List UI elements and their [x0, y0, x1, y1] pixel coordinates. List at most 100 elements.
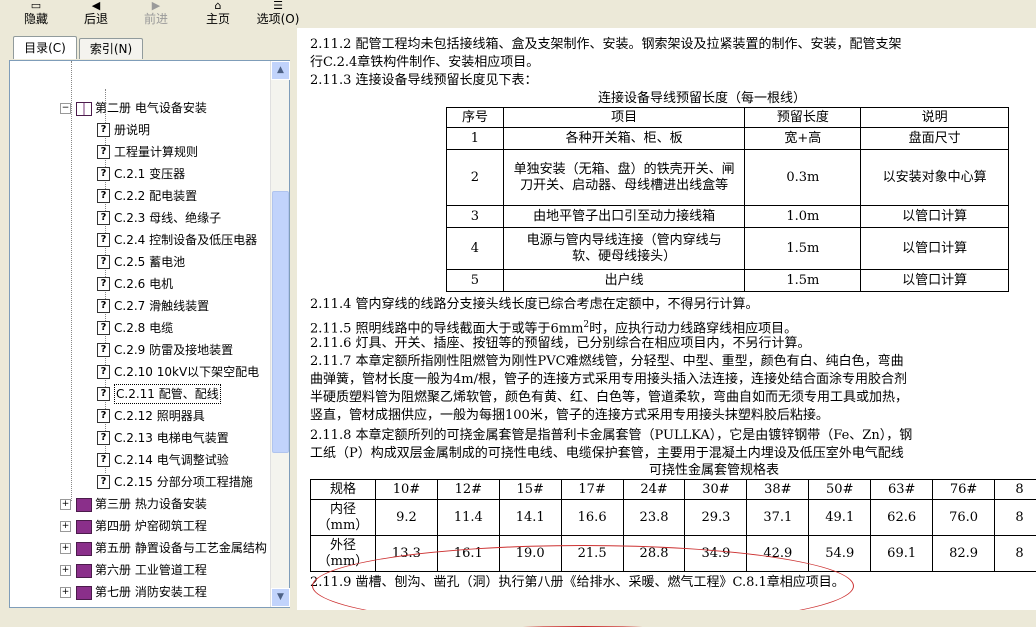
- book-icon: [76, 586, 92, 600]
- help-topic-icon: ?: [97, 167, 110, 181]
- table-header-cell: 17#: [561, 480, 623, 500]
- table-cell: 2: [447, 150, 504, 206]
- help-topic-icon: ?: [97, 431, 110, 445]
- collapse-icon[interactable]: −: [60, 103, 71, 114]
- tree-item-label: 册说明: [114, 119, 150, 141]
- table-header-cell: 15#: [499, 480, 561, 500]
- table-row: 3 由地平管子出口引至动力接线箱 1.0m 以管口计算: [447, 206, 1009, 228]
- tree-item-label: C.2.4 控制设备及低压电器: [114, 229, 257, 251]
- book-icon: [76, 498, 92, 512]
- help-topic-icon: ?: [97, 299, 110, 313]
- open-book-icon: [76, 102, 92, 116]
- table-header-cell: 24#: [623, 480, 685, 500]
- table-header-cell: 30#: [685, 480, 747, 500]
- table-cell: 以安装对象中心算: [861, 150, 1009, 206]
- expand-icon[interactable]: +: [60, 587, 71, 598]
- help-topic-icon: ?: [97, 145, 110, 159]
- para-2-11-6: 2.11.6 灯具、开关、插座、按钮等的预留线，已分别综合在相应项目内，不另行计…: [310, 335, 810, 352]
- options-icon: ☰: [252, 0, 304, 12]
- table-header-cell: 预留长度: [745, 108, 861, 128]
- scroll-up-arrow-icon[interactable]: ▲: [271, 61, 290, 80]
- table-cell: 69.1: [871, 536, 933, 572]
- expand-icon[interactable]: +: [60, 565, 71, 576]
- tree-viewport: −第二册 电气设备安装?册说明?工程量计算规则?C.2.1 变压器?C.2.2 …: [10, 61, 269, 607]
- table2-title: 可挠性金属套管规格表: [649, 462, 779, 479]
- para-2-11-2-line2: 行C.2.4章铁构件制作、安装相应项目。: [310, 54, 539, 71]
- tree-item-label: C.2.9 防雷及接地装置: [114, 339, 233, 361]
- help-topic-icon: ?: [97, 233, 110, 247]
- table-header-cell: 8: [995, 480, 1036, 500]
- table-cell: 以管口计算: [861, 206, 1009, 228]
- tree-guide-line: [71, 61, 72, 501]
- table-header-cell: 规格: [311, 480, 376, 500]
- table-cell: 内径（mm）: [311, 500, 376, 536]
- table-cell: 以管口计算: [861, 270, 1009, 292]
- help-topic-icon: ?: [97, 453, 110, 467]
- para-2-11-7-line1: 2.11.7 本章定额所指刚性阻燃管为刚性PVC难燃线管，分轻型、中型、重型，颜…: [310, 353, 904, 370]
- para-2-11-7-line4: 竖直，管材成捆供应，一般为每捆100米，管子的连接方式采用专用接头抹塑料胶后粘接…: [310, 407, 829, 424]
- scroll-thumb[interactable]: [272, 191, 289, 453]
- contents-tree: −第二册 电气设备安装?册说明?工程量计算规则?C.2.1 变压器?C.2.2 …: [9, 60, 290, 608]
- home-button[interactable]: ⌂ 主页: [200, 0, 236, 28]
- tree-item-label: 第六册 工业管道工程: [95, 559, 207, 581]
- help-topic-icon: ?: [97, 277, 110, 291]
- table-cell: 1.5m: [745, 228, 861, 270]
- tree-item-label: C.2.1 变压器: [114, 163, 185, 185]
- table-header-row: 序号 项目 预留长度 说明: [447, 108, 1009, 128]
- table-cell: 1.5m: [745, 270, 861, 292]
- table-cell: 16.6: [561, 500, 623, 536]
- table-header-cell: 序号: [447, 108, 504, 128]
- expand-icon[interactable]: +: [60, 521, 71, 532]
- tree-item-label: 第三册 热力设备安装: [95, 493, 207, 515]
- table-cell: 以管口计算: [861, 228, 1009, 270]
- table-cell: 各种开关箱、柜、板: [503, 128, 745, 150]
- tab-contents[interactable]: 目录(C): [13, 36, 77, 59]
- expand-icon[interactable]: +: [60, 543, 71, 554]
- back-button[interactable]: ◀ 后退: [78, 0, 114, 28]
- tree-item-label: 第二册 电气设备安装: [95, 97, 207, 119]
- table-row: 4 电源与管内导线连接（管内穿线与软、硬母线接头） 1.5m 以管口计算: [447, 228, 1009, 270]
- hide-button[interactable]: ▭ 隐藏: [18, 0, 54, 28]
- table-header-cell: 12#: [437, 480, 499, 500]
- tab-index[interactable]: 索引(N): [79, 38, 143, 59]
- table-cell: 76.0: [933, 500, 995, 536]
- tree-scrollbar[interactable]: ▲ ▼: [270, 61, 289, 607]
- expand-icon[interactable]: +: [60, 499, 71, 510]
- help-topic-icon: ?: [97, 189, 110, 203]
- table-cell: 8: [995, 500, 1036, 536]
- help-topic-icon: ?: [97, 387, 110, 401]
- lead-length-table: 序号 项目 预留长度 说明 1 各种开关箱、柜、板 宽+高 盘面尺寸 2 单独安…: [446, 107, 1009, 292]
- pane-splitter[interactable]: [290, 28, 297, 610]
- table-header-cell: 38#: [747, 480, 809, 500]
- tree-item-label: C.2.5 蓄电池: [114, 251, 185, 273]
- inner-unit: （mm）: [311, 518, 375, 534]
- tree-item-label: 第五册 静置设备与工艺金属结构: [95, 537, 267, 559]
- tree-item-label: C.2.14 电气调整试验: [114, 449, 229, 471]
- book-icon: [76, 520, 92, 534]
- table1-title: 连接设备导线预留长度（每一根线）: [598, 90, 806, 107]
- forward-icon: ▶: [138, 0, 174, 12]
- tree-item-label: 第四册 炉窑砌筑工程: [95, 515, 207, 537]
- table-cell: 82.9: [933, 536, 995, 572]
- para-2-11-7-line3: 半硬质塑料管为阻燃聚乙烯软管，颜色有黄、红、白色等，管道柔软，弯曲自如而无须专用…: [310, 389, 908, 406]
- tree-item-label: C.2.10 10kV以下架空配电: [114, 361, 259, 383]
- tree-item-label: C.2.11 配管、配线: [114, 384, 221, 404]
- help-topic-icon: ?: [97, 409, 110, 423]
- table-header-cell: 10#: [375, 480, 437, 500]
- table-header-cell: 50#: [809, 480, 871, 500]
- table-cell: 37.1: [747, 500, 809, 536]
- options-button[interactable]: ☰ 选项(O): [252, 0, 304, 28]
- para-2-11-8-line1: 2.11.8 本章定额所列的可挠金属套管是指普利卡金属套管（PULLKA），它是…: [310, 427, 912, 444]
- table-cell: 电源与管内导线连接（管内穿线与软、硬母线接头）: [503, 228, 745, 270]
- forward-button[interactable]: ▶ 前进: [138, 0, 174, 28]
- table-header-cell: 项目: [503, 108, 745, 128]
- table-cell: 宽+高: [745, 128, 861, 150]
- tree-item-label: 第七册 消防安装工程: [95, 581, 207, 603]
- table-row: 内径（mm） 9.2 11.4 14.1 16.6 23.8 29.3 37.1…: [311, 500, 1036, 536]
- scroll-down-arrow-icon[interactable]: ▼: [271, 588, 290, 607]
- toolbar: ▭ 隐藏 ◀ 后退 ▶ 前进 ⌂ 主页 ☰ 选项(O): [0, 0, 1036, 28]
- table-cell: 29.3: [685, 500, 747, 536]
- hide-icon: ▭: [18, 0, 54, 12]
- table-cell: 23.8: [623, 500, 685, 536]
- table-row: 1 各种开关箱、柜、板 宽+高 盘面尺寸: [447, 128, 1009, 150]
